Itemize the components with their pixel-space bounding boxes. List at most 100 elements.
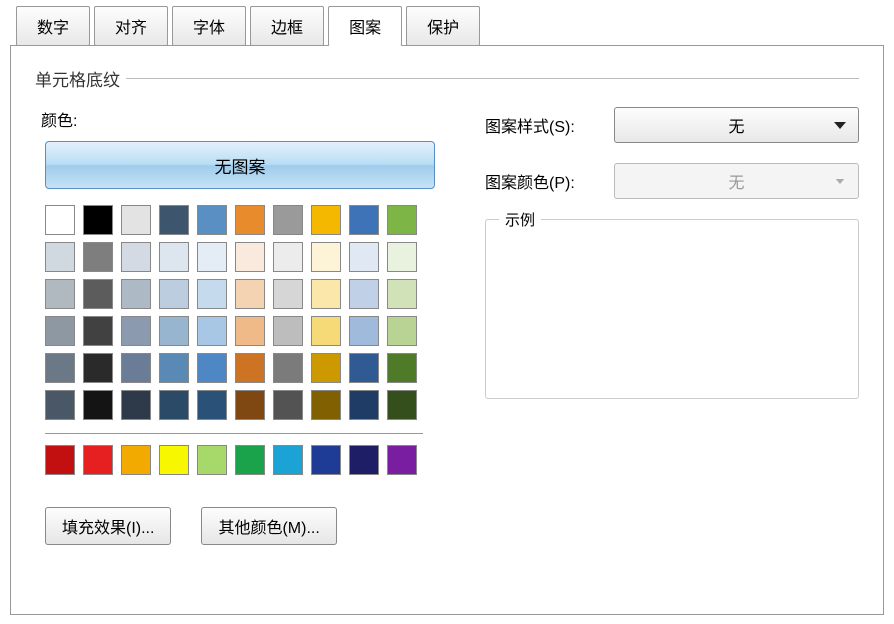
right-section: 图案样式(S): 无 图案颜色(P): 无 示例	[485, 107, 859, 545]
pattern-color-combo[interactable]: 无	[614, 163, 859, 199]
color-swatch[interactable]	[45, 205, 75, 235]
chevron-down-icon	[836, 179, 844, 184]
color-swatch[interactable]	[159, 205, 189, 235]
color-swatch[interactable]	[159, 390, 189, 420]
color-swatch[interactable]	[197, 353, 227, 383]
color-swatch[interactable]	[45, 242, 75, 272]
color-swatch[interactable]	[273, 445, 303, 475]
color-swatch[interactable]	[197, 316, 227, 346]
color-swatch[interactable]	[83, 445, 113, 475]
color-swatch[interactable]	[159, 279, 189, 309]
color-swatch[interactable]	[311, 279, 341, 309]
color-swatch[interactable]	[311, 445, 341, 475]
pattern-panel: 单元格底纹 颜色: 无图案 填充效果(I)... 其他颜色(M)... 图案样式…	[10, 45, 884, 615]
color-swatch[interactable]	[235, 316, 265, 346]
color-swatch[interactable]	[273, 316, 303, 346]
color-swatch[interactable]	[159, 445, 189, 475]
color-swatch[interactable]	[387, 445, 417, 475]
color-swatch[interactable]	[387, 205, 417, 235]
group-divider	[126, 78, 859, 79]
no-pattern-button[interactable]: 无图案	[45, 141, 435, 189]
color-swatch[interactable]	[273, 242, 303, 272]
color-swatch[interactable]	[159, 242, 189, 272]
color-swatch[interactable]	[121, 316, 151, 346]
color-swatch[interactable]	[83, 390, 113, 420]
color-swatch[interactable]	[387, 242, 417, 272]
color-swatch[interactable]	[387, 390, 417, 420]
color-swatch[interactable]	[197, 205, 227, 235]
pattern-style-combo[interactable]: 无	[614, 107, 859, 143]
color-swatch[interactable]	[311, 353, 341, 383]
tab-pattern[interactable]: 图案	[328, 6, 402, 46]
sample-label: 示例	[499, 209, 541, 230]
color-swatch[interactable]	[197, 242, 227, 272]
color-swatch[interactable]	[235, 205, 265, 235]
color-swatch[interactable]	[273, 353, 303, 383]
tab-align[interactable]: 对齐	[94, 6, 168, 46]
color-swatch[interactable]	[159, 316, 189, 346]
tab-bar: 数字 对齐 字体 边框 图案 保护	[0, 0, 894, 46]
color-swatch[interactable]	[387, 279, 417, 309]
color-swatch[interactable]	[121, 390, 151, 420]
color-swatch[interactable]	[349, 316, 379, 346]
tab-font[interactable]: 字体	[172, 6, 246, 46]
color-swatch[interactable]	[45, 316, 75, 346]
color-swatch[interactable]	[121, 445, 151, 475]
color-swatch[interactable]	[311, 316, 341, 346]
color-swatch[interactable]	[349, 390, 379, 420]
tab-number[interactable]: 数字	[16, 6, 90, 46]
color-swatch[interactable]	[349, 242, 379, 272]
pattern-style-value: 无	[728, 113, 744, 137]
sample-group: 示例	[485, 219, 859, 399]
color-swatch[interactable]	[121, 242, 151, 272]
tab-border[interactable]: 边框	[250, 6, 324, 46]
color-swatch[interactable]	[197, 390, 227, 420]
color-swatch[interactable]	[349, 205, 379, 235]
color-swatch[interactable]	[197, 279, 227, 309]
color-swatch[interactable]	[121, 353, 151, 383]
color-swatch[interactable]	[273, 205, 303, 235]
tab-protect[interactable]: 保护	[406, 6, 480, 46]
pattern-color-value: 无	[728, 169, 744, 193]
chevron-down-icon	[834, 122, 846, 129]
color-swatch[interactable]	[83, 242, 113, 272]
color-swatch[interactable]	[273, 279, 303, 309]
group-title-text: 单元格底纹	[35, 66, 120, 91]
color-swatch[interactable]	[83, 279, 113, 309]
color-swatch[interactable]	[159, 353, 189, 383]
color-swatch[interactable]	[349, 353, 379, 383]
color-row	[45, 316, 445, 346]
color-swatch[interactable]	[121, 205, 151, 235]
group-title: 单元格底纹	[35, 66, 859, 91]
color-swatch[interactable]	[387, 316, 417, 346]
color-swatch[interactable]	[45, 279, 75, 309]
color-swatch[interactable]	[45, 445, 75, 475]
color-grid	[45, 205, 445, 475]
color-swatch[interactable]	[83, 316, 113, 346]
color-swatch[interactable]	[235, 390, 265, 420]
color-row	[45, 205, 445, 235]
fill-effects-button[interactable]: 填充效果(I)...	[45, 507, 171, 545]
color-swatch[interactable]	[273, 390, 303, 420]
color-swatch[interactable]	[235, 279, 265, 309]
color-swatch[interactable]	[121, 279, 151, 309]
pattern-style-label: 图案样式(S):	[485, 113, 600, 137]
sample-preview	[485, 219, 859, 399]
color-swatch[interactable]	[197, 445, 227, 475]
color-swatch[interactable]	[235, 242, 265, 272]
color-swatch[interactable]	[235, 353, 265, 383]
color-swatch[interactable]	[387, 353, 417, 383]
color-swatch[interactable]	[349, 445, 379, 475]
color-swatch[interactable]	[235, 445, 265, 475]
color-swatch[interactable]	[311, 242, 341, 272]
color-swatch[interactable]	[349, 279, 379, 309]
color-swatch[interactable]	[311, 390, 341, 420]
color-swatch[interactable]	[311, 205, 341, 235]
color-swatch[interactable]	[45, 353, 75, 383]
pattern-color-label: 图案颜色(P):	[485, 169, 600, 193]
color-swatch[interactable]	[83, 353, 113, 383]
color-swatch[interactable]	[83, 205, 113, 235]
color-section: 颜色: 无图案 填充效果(I)... 其他颜色(M)...	[35, 107, 445, 545]
more-colors-button[interactable]: 其他颜色(M)...	[201, 507, 336, 545]
color-swatch[interactable]	[45, 390, 75, 420]
